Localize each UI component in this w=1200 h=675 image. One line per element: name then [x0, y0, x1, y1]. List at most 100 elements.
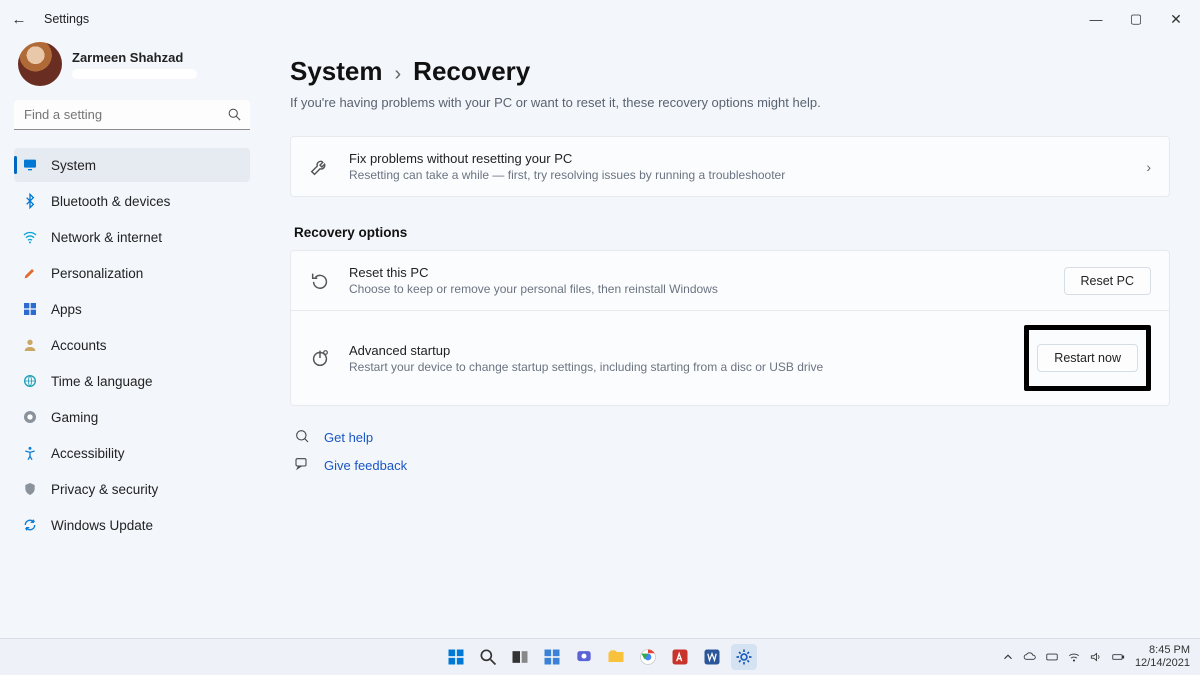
- task-view-icon[interactable]: [507, 644, 533, 670]
- breadcrumb: System › Recovery: [290, 56, 1170, 87]
- system-tray[interactable]: [1001, 650, 1125, 664]
- display-icon: [22, 157, 38, 173]
- chevron-up-icon[interactable]: [1001, 650, 1015, 664]
- clock[interactable]: 8:45 PM 12/14/2021: [1135, 644, 1190, 669]
- sidebar-item-apps[interactable]: Apps: [14, 292, 250, 326]
- widgets-icon[interactable]: [539, 644, 565, 670]
- taskbar: 8:45 PM 12/14/2021: [0, 638, 1200, 675]
- card-desc: Restart your device to change startup se…: [349, 360, 998, 374]
- search-input[interactable]: [14, 100, 250, 130]
- minimize-button[interactable]: —: [1076, 4, 1116, 34]
- chat-icon[interactable]: [571, 644, 597, 670]
- sidebar: Zarmeen Shahzad System Bluetooth & devic…: [0, 38, 260, 638]
- sidebar-item-label: Bluetooth & devices: [51, 194, 170, 209]
- chrome-icon[interactable]: [635, 644, 661, 670]
- title-bar: ← Settings — ▢ ✕: [0, 0, 1200, 38]
- settings-taskbar-icon[interactable]: [731, 644, 757, 670]
- sidebar-item-bluetooth[interactable]: Bluetooth & devices: [14, 184, 250, 218]
- volume-icon[interactable]: [1089, 650, 1103, 664]
- window-title: Settings: [44, 12, 89, 26]
- card-title: Fix problems without resetting your PC: [349, 151, 1128, 166]
- sidebar-item-system[interactable]: System: [14, 148, 250, 182]
- breadcrumb-leaf: Recovery: [413, 56, 530, 87]
- sidebar-item-accounts[interactable]: Accounts: [14, 328, 250, 362]
- profile-block[interactable]: Zarmeen Shahzad: [14, 42, 250, 86]
- fix-problems-card[interactable]: Fix problems without resetting your PC R…: [290, 136, 1170, 197]
- chevron-right-icon: ›: [395, 63, 402, 86]
- chevron-right-icon: ›: [1146, 159, 1151, 175]
- sidebar-item-label: Gaming: [51, 410, 98, 425]
- give-feedback-row[interactable]: Give feedback: [294, 456, 1170, 474]
- battery-icon[interactable]: [1111, 650, 1125, 664]
- taskbar-search-icon[interactable]: [475, 644, 501, 670]
- bluetooth-icon: [22, 193, 38, 209]
- wifi-tray-icon[interactable]: [1067, 650, 1081, 664]
- taskbar-center: [443, 644, 757, 670]
- profile-name: Zarmeen Shahzad: [72, 50, 197, 65]
- page-subtitle: If you're having problems with your PC o…: [290, 95, 1170, 110]
- sidebar-item-label: Personalization: [51, 266, 143, 281]
- card-title: Reset this PC: [349, 265, 1046, 280]
- restart-now-button[interactable]: Restart now: [1037, 344, 1138, 372]
- section-label: Recovery options: [294, 225, 1170, 240]
- explorer-icon[interactable]: [603, 644, 629, 670]
- update-icon: [22, 517, 38, 533]
- card-title: Advanced startup: [349, 343, 998, 358]
- globe-icon: [22, 373, 38, 389]
- accessibility-icon: [22, 445, 38, 461]
- card-desc: Resetting can take a while — first, try …: [349, 168, 1128, 182]
- sidebar-item-network[interactable]: Network & internet: [14, 220, 250, 254]
- profile-subtext: [72, 69, 197, 79]
- taskbar-right: 8:45 PM 12/14/2021: [1001, 639, 1200, 675]
- feedback-icon: [294, 456, 312, 474]
- give-feedback-link[interactable]: Give feedback: [324, 458, 407, 473]
- shield-icon: [22, 481, 38, 497]
- card-desc: Choose to keep or remove your personal f…: [349, 282, 1046, 296]
- keyboard-icon[interactable]: [1045, 650, 1059, 664]
- person-icon: [22, 337, 38, 353]
- sidebar-item-label: Windows Update: [51, 518, 153, 533]
- wifi-icon: [22, 229, 38, 245]
- start-button[interactable]: [443, 644, 469, 670]
- gaming-icon: [22, 409, 38, 425]
- sidebar-item-label: Network & internet: [51, 230, 162, 245]
- sidebar-item-gaming[interactable]: Gaming: [14, 400, 250, 434]
- apps-icon: [22, 301, 38, 317]
- sidebar-item-time-language[interactable]: Time & language: [14, 364, 250, 398]
- reset-icon: [309, 270, 331, 292]
- sidebar-item-label: System: [51, 158, 96, 173]
- get-help-link[interactable]: Get help: [324, 430, 373, 445]
- breadcrumb-root[interactable]: System: [290, 56, 383, 87]
- sidebar-item-accessibility[interactable]: Accessibility: [14, 436, 250, 470]
- sidebar-item-personalization[interactable]: Personalization: [14, 256, 250, 290]
- sidebar-item-label: Accounts: [51, 338, 107, 353]
- power-icon: [309, 347, 331, 369]
- help-icon: [294, 428, 312, 446]
- reset-pc-card: Reset this PC Choose to keep or remove y…: [290, 250, 1170, 311]
- sidebar-item-label: Accessibility: [51, 446, 125, 461]
- annotation-highlight: Restart now: [1024, 325, 1151, 391]
- avatar: [18, 42, 62, 86]
- onedrive-icon[interactable]: [1023, 650, 1037, 664]
- advanced-startup-card: Advanced startup Restart your device to …: [290, 311, 1170, 406]
- sidebar-item-label: Privacy & security: [51, 482, 158, 497]
- sidebar-item-label: Apps: [51, 302, 82, 317]
- adobe-reader-icon[interactable]: [667, 644, 693, 670]
- back-button[interactable]: ←: [4, 11, 34, 28]
- sidebar-item-windows-update[interactable]: Windows Update: [14, 508, 250, 542]
- reset-pc-button[interactable]: Reset PC: [1064, 267, 1152, 295]
- sidebar-item-label: Time & language: [51, 374, 153, 389]
- taskbar-date: 12/14/2021: [1135, 657, 1190, 670]
- search-icon: [227, 107, 242, 122]
- maximize-button[interactable]: ▢: [1116, 4, 1156, 34]
- close-button[interactable]: ✕: [1156, 4, 1196, 34]
- brush-icon: [22, 265, 38, 281]
- nav-list: System Bluetooth & devices Network & int…: [14, 148, 250, 542]
- word-icon[interactable]: [699, 644, 725, 670]
- taskbar-time: 8:45 PM: [1149, 644, 1190, 657]
- wrench-icon: [309, 156, 331, 178]
- main-content: System › Recovery If you're having probl…: [260, 38, 1200, 638]
- search-box[interactable]: [14, 100, 250, 130]
- get-help-row[interactable]: Get help: [294, 428, 1170, 446]
- sidebar-item-privacy[interactable]: Privacy & security: [14, 472, 250, 506]
